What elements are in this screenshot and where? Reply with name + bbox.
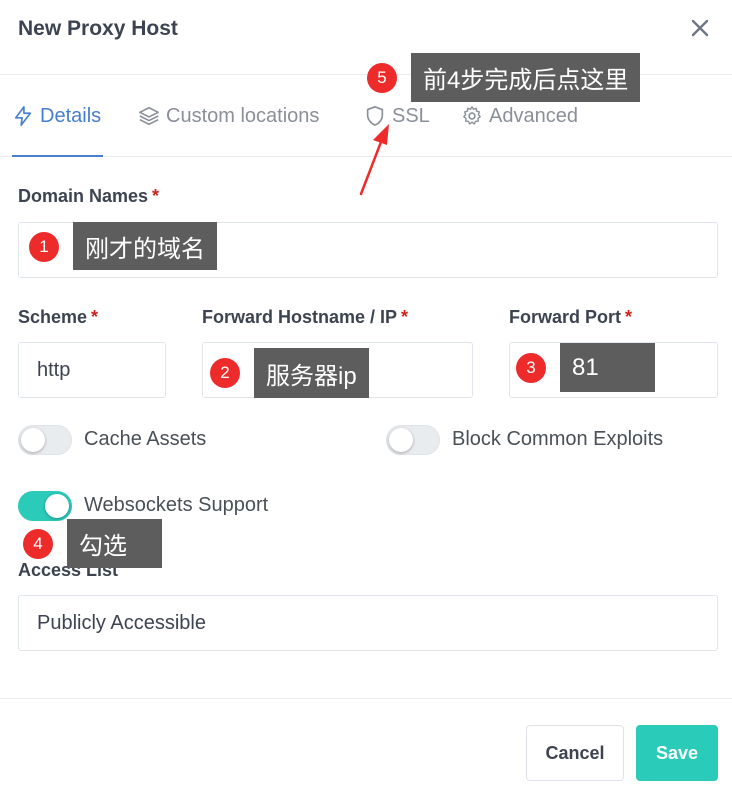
tab-label: Custom locations [166, 104, 320, 127]
close-button[interactable] [688, 16, 712, 40]
access-list-select[interactable]: Publicly Accessible [18, 595, 718, 651]
annotation-box: 前4步完成后点这里 [411, 53, 641, 102]
tab-label: Details [40, 104, 102, 127]
forward-hostname-label: Forward Hostname / IP * [202, 307, 408, 328]
cancel-button[interactable]: Cancel [526, 725, 624, 781]
gear-icon [463, 106, 481, 125]
required-mark: * [401, 307, 409, 327]
tab-custom-locations[interactable]: Custom locations [138, 103, 319, 129]
toggle-knob [45, 494, 69, 518]
close-icon [691, 19, 709, 37]
websockets-support-label: Websockets Support [84, 494, 269, 516]
block-common-exploits-toggle[interactable] [386, 425, 440, 455]
save-button[interactable]: Save [636, 725, 718, 781]
websockets-support-toggle[interactable] [18, 491, 72, 521]
scheme-input[interactable]: http [18, 342, 166, 398]
cache-assets-label: Cache Assets [84, 428, 207, 450]
annotation-badge: 4 [23, 529, 53, 559]
forward-port-label: Forward Port * [509, 307, 632, 328]
modal-title: New Proxy Host [18, 17, 178, 40]
domain-names-label: Domain Names * [18, 186, 159, 207]
annotation-badge: 3 [516, 353, 546, 383]
active-tab-indicator [12, 155, 103, 157]
annotation-box: 刚才的域名 [73, 222, 217, 270]
label-text: Scheme [18, 307, 88, 327]
required-mark: * [152, 186, 160, 206]
layers-icon [139, 106, 159, 126]
annotation-badge: 2 [210, 358, 240, 388]
required-mark: * [625, 307, 633, 327]
arrow-icon [359, 124, 389, 196]
label-text: Forward Port [509, 307, 622, 327]
toggle-knob [21, 428, 45, 452]
tab-label: Advanced [489, 104, 578, 127]
toggle-knob [389, 428, 413, 452]
annotation-box: 服务器ip [254, 348, 369, 398]
lightning-icon [14, 106, 32, 126]
annotation-box: 81 [560, 343, 655, 392]
required-mark: * [91, 307, 99, 327]
annotation-box: 勾选 [67, 519, 162, 568]
block-common-exploits-label: Block Common Exploits [452, 428, 664, 450]
annotation-badge: 1 [29, 232, 59, 262]
label-text: Domain Names [18, 186, 149, 206]
annotation-badge: 5 [367, 63, 397, 93]
label-text: Forward Hostname / IP [202, 307, 398, 327]
tab-details[interactable]: Details [12, 103, 101, 129]
cache-assets-toggle[interactable] [18, 425, 72, 455]
tab-advanced[interactable]: Advanced [461, 103, 578, 129]
scheme-label: Scheme * [18, 307, 98, 328]
